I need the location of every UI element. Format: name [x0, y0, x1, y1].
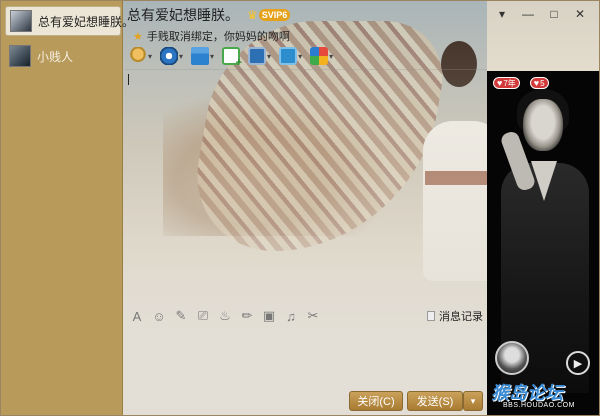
- heart-icon: ♥: [497, 78, 503, 88]
- chevron-down-icon[interactable]: ▾: [298, 52, 302, 61]
- remote-assist-icon: [248, 47, 267, 65]
- chat-header: 总有爱妃想睡朕。 ♛ SVIP6: [127, 5, 487, 25]
- contact-list: 总有爱妃想睡朕。 小贱人: [1, 1, 134, 415]
- crown-icon: ♛: [247, 8, 258, 22]
- avatar[interactable]: [495, 341, 529, 375]
- chat-toolbar: ▾ ▾ ▾ ▾ ▾ ▾: [129, 45, 333, 69]
- watermark-url: BBS.HOUDAO.COM: [503, 402, 575, 409]
- send-file-button[interactable]: ▾: [191, 47, 214, 65]
- music-icon[interactable]: ♫: [283, 309, 299, 324]
- video-call-button[interactable]: ▾: [160, 47, 183, 65]
- create-discussion-button[interactable]: [222, 47, 242, 69]
- close-window-button[interactable]: ✕: [573, 7, 587, 21]
- window-controls: ▾ — □ ✕: [495, 7, 587, 21]
- avatar: [10, 10, 32, 32]
- signature-text: 手贱取消绑定，你妈妈的吻啊: [146, 31, 290, 43]
- image-icon[interactable]: ▣: [261, 308, 277, 324]
- contact-item[interactable]: 小贱人: [5, 41, 121, 71]
- hearts-badge[interactable]: ♥ 5: [529, 77, 549, 89]
- input-toolbar: A ☺ ✎ ⎚ ♨ ✏ ▣ ♫ ✂ 消息记录: [129, 307, 485, 325]
- star-icon: ★: [133, 30, 143, 43]
- signature-line: ★ 手贱取消绑定，你妈妈的吻啊: [133, 28, 290, 44]
- chevron-down-icon[interactable]: ▾: [267, 52, 271, 61]
- avatar: [9, 45, 31, 67]
- remote-assist-button[interactable]: ▾: [248, 47, 271, 65]
- chevron-down-icon[interactable]: ▾: [210, 52, 214, 61]
- profile-show-panel[interactable]: ♥ 7年 ♥ 5 ▶: [487, 71, 599, 415]
- doodle-icon[interactable]: ✏: [239, 308, 255, 324]
- contact-name: 小贱人: [37, 49, 74, 64]
- history-label: 消息记录: [439, 311, 483, 323]
- chat-window: 总有爱妃想睡朕。 小贱人 总有爱妃想睡朕。 ♛ SVIP6 ★ 手贱取消绑定，你…: [0, 0, 600, 416]
- vip-badge[interactable]: ♛ SVIP6: [247, 8, 291, 22]
- vip-level-label: SVIP6: [258, 9, 291, 21]
- close-button[interactable]: 关闭(C): [349, 391, 403, 411]
- screen-share-button[interactable]: ▾: [279, 47, 302, 65]
- magic-expression-icon[interactable]: ✎: [173, 308, 189, 324]
- contact-item-active[interactable]: 总有爱妃想睡朕。: [5, 6, 134, 36]
- years-badge[interactable]: ♥ 7年: [493, 77, 520, 89]
- text-cursor: [128, 74, 129, 85]
- heart-icon: ♥: [533, 78, 540, 88]
- profile-badges: ♥ 7年 ♥ 5: [493, 77, 549, 89]
- chat-title[interactable]: 总有爱妃想睡朕。: [127, 5, 239, 25]
- send-file-icon: [191, 47, 210, 65]
- dropdown-button[interactable]: ▾: [495, 7, 509, 21]
- font-icon[interactable]: A: [129, 309, 145, 324]
- message-input[interactable]: [125, 327, 487, 385]
- voice-call-button[interactable]: ▾: [129, 47, 152, 65]
- minimize-button[interactable]: —: [521, 7, 535, 21]
- video-call-icon: [160, 47, 179, 65]
- maximize-button[interactable]: □: [547, 7, 561, 21]
- voice-message-icon[interactable]: ♨: [217, 308, 233, 324]
- send-options-button[interactable]: ▾: [463, 391, 483, 411]
- voice-call-icon: [129, 47, 147, 65]
- history-icon: [427, 311, 435, 321]
- contact-name: 总有爱妃想睡朕。: [38, 14, 135, 29]
- create-discussion-icon: [222, 47, 242, 69]
- apps-icon: [310, 47, 329, 65]
- window-shake-icon[interactable]: ⎚: [195, 308, 211, 324]
- apps-button[interactable]: ▾: [310, 47, 333, 65]
- chevron-down-icon[interactable]: ▾: [148, 52, 152, 61]
- chevron-down-icon[interactable]: ▾: [329, 52, 333, 61]
- play-icon[interactable]: ▶: [566, 351, 590, 375]
- screenshot-icon[interactable]: ✂: [305, 308, 321, 324]
- message-history-area[interactable]: [125, 69, 487, 303]
- screen-share-icon: [279, 47, 298, 65]
- chevron-down-icon[interactable]: ▾: [179, 52, 183, 61]
- emoji-icon[interactable]: ☺: [151, 309, 167, 324]
- message-history-button[interactable]: 消息记录: [427, 308, 483, 324]
- send-button[interactable]: 发送(S): [407, 391, 463, 411]
